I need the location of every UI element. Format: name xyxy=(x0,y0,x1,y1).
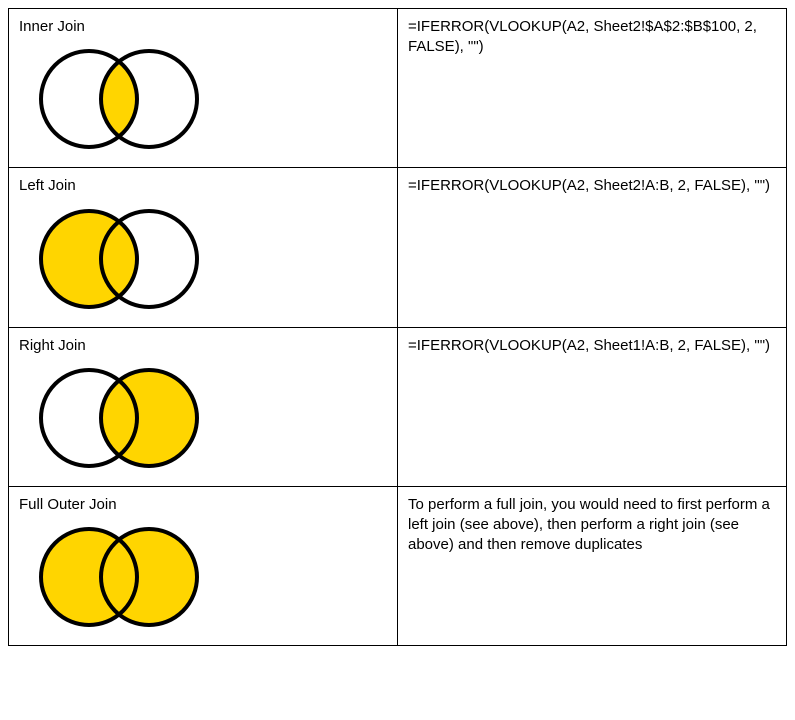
join-cell: Left Join xyxy=(9,168,398,327)
formula-cell: To perform a full join, you would need t… xyxy=(398,486,787,645)
formula-text: =IFERROR(VLOOKUP(A2, Sheet2!$A$2:$B$100,… xyxy=(408,18,757,55)
venn-right-join-icon xyxy=(19,358,387,478)
venn-left-join-icon xyxy=(19,199,387,319)
formula-cell: =IFERROR(VLOOKUP(A2, Sheet2!A:B, 2, FALS… xyxy=(398,168,787,327)
formula-text: =IFERROR(VLOOKUP(A2, Sheet1!A:B, 2, FALS… xyxy=(408,337,770,354)
join-label: Right Join xyxy=(19,336,387,356)
table-row: Right Join =IFERROR(VLOOKUP(A2, Sheet1!A… xyxy=(9,327,787,486)
formula-cell: =IFERROR(VLOOKUP(A2, Sheet1!A:B, 2, FALS… xyxy=(398,327,787,486)
formula-cell: =IFERROR(VLOOKUP(A2, Sheet2!$A$2:$B$100,… xyxy=(398,9,787,168)
formula-text: =IFERROR(VLOOKUP(A2, Sheet2!A:B, 2, FALS… xyxy=(408,177,770,194)
join-cell: Right Join xyxy=(9,327,398,486)
join-label: Inner Join xyxy=(19,17,387,37)
table-row: Left Join =IFERROR(VLOOKUP(A2, Sheet2!A:… xyxy=(9,168,787,327)
join-label: Full Outer Join xyxy=(19,495,387,515)
venn-inner-join-icon xyxy=(19,39,387,159)
joins-table: Inner Join =IFERROR(VLOOKUP(A2 xyxy=(8,8,787,646)
join-label: Left Join xyxy=(19,176,387,196)
join-cell: Inner Join xyxy=(9,9,398,168)
table-row: Inner Join =IFERROR(VLOOKUP(A2 xyxy=(9,9,787,168)
table-row: Full Outer Join To perform a full join, … xyxy=(9,486,787,645)
venn-full-outer-join-icon xyxy=(19,517,387,637)
formula-text: To perform a full join, you would need t… xyxy=(408,496,770,554)
join-cell: Full Outer Join xyxy=(9,486,398,645)
